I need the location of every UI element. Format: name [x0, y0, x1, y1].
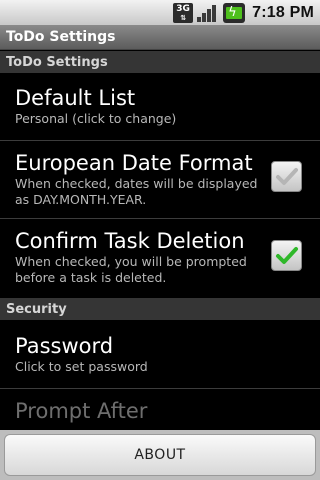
about-button-label: ABOUT	[134, 447, 186, 463]
status-time: 7:18 PM	[252, 3, 314, 21]
pref-summary: Personal (click to change)	[15, 111, 177, 126]
pref-default-list[interactable]: Default List Personal (click to change)	[0, 85, 320, 140]
pref-password[interactable]: Password Click to set password	[0, 333, 320, 388]
section-header-security: Security	[0, 298, 320, 320]
about-button[interactable]: ABOUT	[4, 434, 316, 476]
settings-screen: 3G ⇅ ϟ 7:18 PM ToDo Settings ToDo Settin…	[0, 0, 320, 480]
battery-charging-icon: ϟ	[223, 2, 246, 23]
data-arrows-icon: ⇅	[180, 13, 187, 22]
title-bar: ToDo Settings	[0, 25, 320, 50]
pref-prompt-after: Prompt After	[0, 398, 320, 430]
checkmark-icon	[276, 168, 298, 185]
signal-strength-icon	[197, 3, 219, 23]
section-header-todo-settings: ToDo Settings	[0, 51, 320, 73]
checkmark-icon	[276, 247, 298, 264]
status-bar: 3G ⇅ ϟ 7:18 PM	[0, 0, 320, 25]
footer-bar: ABOUT	[0, 430, 320, 480]
pref-summary: Click to set password	[15, 359, 148, 374]
divider	[0, 218, 320, 219]
section-header-label: Security	[6, 302, 67, 317]
divider	[0, 140, 320, 141]
page-title: ToDo Settings	[6, 29, 116, 45]
pref-title: Password	[15, 334, 114, 358]
european-date-format-checkbox[interactable]	[271, 161, 302, 192]
pref-title: Default List	[15, 86, 136, 110]
network-3g-icon: 3G ⇅	[173, 2, 194, 23]
section-header-label: ToDo Settings	[6, 55, 108, 70]
network-label: 3G	[176, 3, 190, 14]
divider	[0, 388, 320, 389]
pref-summary: When checked, dates will be displayed as…	[15, 176, 258, 207]
pref-title: Prompt After	[15, 399, 148, 423]
confirm-task-deletion-checkbox[interactable]	[271, 240, 302, 271]
pref-summary: When checked, you will be prompted befor…	[15, 254, 247, 285]
